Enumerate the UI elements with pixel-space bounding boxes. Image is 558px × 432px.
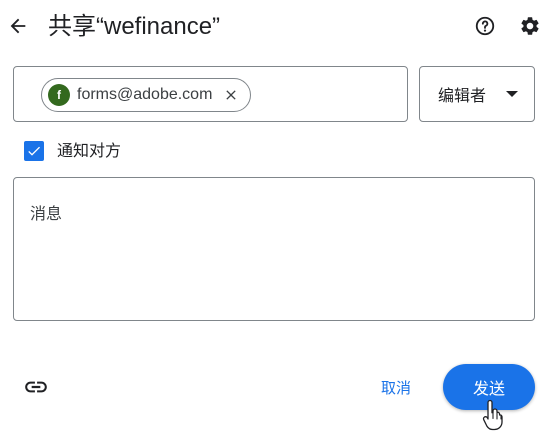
back-button[interactable] [2, 10, 34, 42]
role-selected-value: 编辑者 [438, 88, 487, 105]
recipient-email: forms@adobe.com [77, 86, 213, 103]
remove-recipient-button[interactable] [220, 84, 242, 106]
send-button[interactable]: 发送 [443, 364, 535, 410]
notify-checkbox[interactable] [24, 141, 44, 161]
link-icon [25, 381, 47, 393]
recipient-chip[interactable]: f forms@adobe.com [41, 78, 251, 112]
help-button[interactable] [470, 11, 500, 41]
notify-label: 通知对方 [57, 143, 122, 160]
dialog-title: 共享“wefinance” [48, 13, 221, 40]
recipients-input[interactable]: f forms@adobe.com [13, 66, 408, 122]
gear-icon [521, 17, 539, 35]
close-icon [226, 90, 237, 100]
help-circle-icon [475, 16, 495, 36]
share-dialog: 共享“wefinance” f forms@adobe.com 编辑者 通知对方… [0, 0, 558, 432]
arrow-left-icon [10, 18, 26, 34]
cancel-button[interactable]: 取消 [370, 370, 422, 404]
copy-link-button[interactable] [20, 372, 52, 402]
check-icon [28, 146, 40, 156]
caret-down-icon [506, 88, 519, 100]
avatar: f [48, 84, 70, 106]
message-textarea[interactable] [13, 177, 535, 321]
settings-button[interactable] [515, 11, 545, 41]
role-dropdown[interactable]: 编辑者 [419, 66, 535, 122]
